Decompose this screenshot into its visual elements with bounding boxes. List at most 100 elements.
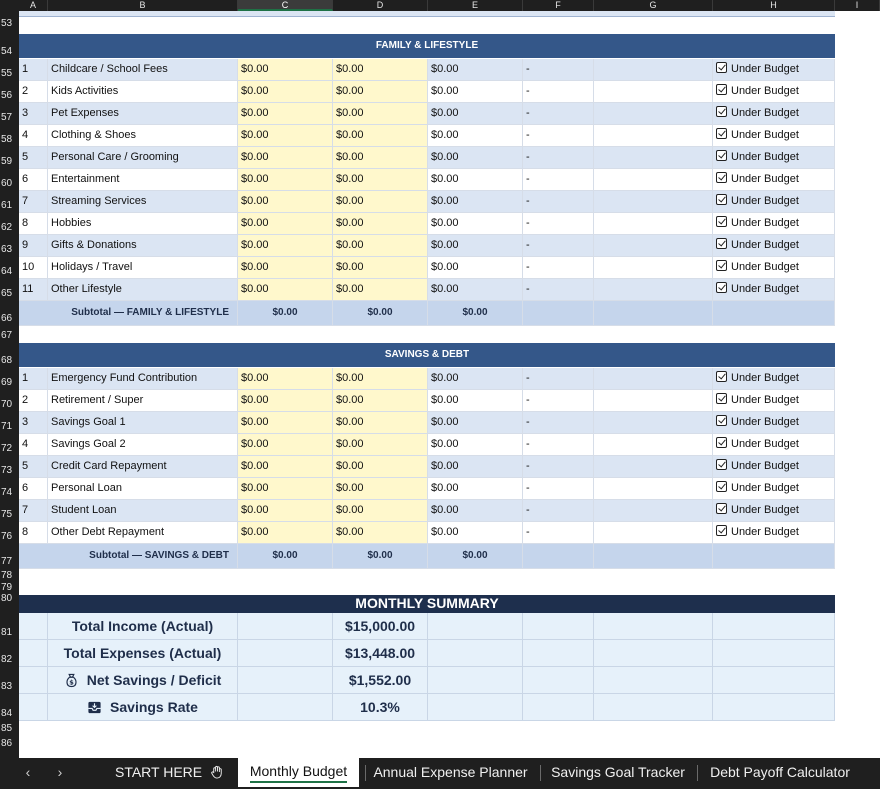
notes-cell[interactable] <box>594 147 713 169</box>
row-header[interactable]: 72 <box>0 434 19 456</box>
actual-input[interactable]: $0.00 <box>333 500 428 522</box>
row-header[interactable]: 57 <box>0 103 19 125</box>
budget-input[interactable]: $0.00 <box>238 169 333 191</box>
row-header[interactable]: 82 <box>0 640 19 667</box>
category-name[interactable]: Student Loan <box>48 500 238 522</box>
tab-savings-goal-tracker[interactable]: Savings Goal Tracker <box>543 758 693 789</box>
actual-input[interactable]: $0.00 <box>333 59 428 81</box>
budget-input[interactable]: $0.00 <box>238 81 333 103</box>
notes-cell[interactable] <box>594 522 713 544</box>
budget-input[interactable]: $0.00 <box>238 412 333 434</box>
budget-input[interactable]: $0.00 <box>238 390 333 412</box>
row-header[interactable]: 59 <box>0 147 19 169</box>
notes-cell[interactable] <box>594 434 713 456</box>
row-header[interactable]: 54 <box>0 34 19 59</box>
actual-input[interactable]: $0.00 <box>333 235 428 257</box>
row-header[interactable]: 58 <box>0 125 19 147</box>
notes-cell[interactable] <box>594 169 713 191</box>
actual-input[interactable]: $0.00 <box>333 522 428 544</box>
row-header[interactable]: 76 <box>0 522 19 544</box>
row-header[interactable]: 80 <box>0 588 19 606</box>
column-header-f[interactable]: F <box>523 0 594 11</box>
column-header-a[interactable]: A <box>19 0 48 11</box>
notes-cell[interactable] <box>594 125 713 147</box>
column-header-c[interactable]: C <box>238 0 333 11</box>
category-name[interactable]: Clothing & Shoes <box>48 125 238 147</box>
category-name[interactable]: Gifts & Donations <box>48 235 238 257</box>
actual-input[interactable]: $0.00 <box>333 390 428 412</box>
category-name[interactable]: Kids Activities <box>48 81 238 103</box>
category-name[interactable]: Savings Goal 2 <box>48 434 238 456</box>
column-header-e[interactable]: E <box>428 0 523 11</box>
budget-input[interactable]: $0.00 <box>238 213 333 235</box>
actual-input[interactable]: $0.00 <box>333 125 428 147</box>
notes-cell[interactable] <box>594 213 713 235</box>
category-name[interactable]: Credit Card Repayment <box>48 456 238 478</box>
category-name[interactable]: Other Lifestyle <box>48 279 238 301</box>
tab-debt-payoff-calculator[interactable]: Debt Payoff Calculator <box>700 758 860 789</box>
actual-input[interactable]: $0.00 <box>333 191 428 213</box>
row-header[interactable]: 65 <box>0 279 19 301</box>
column-header-d[interactable]: D <box>333 0 428 11</box>
row-header[interactable]: 62 <box>0 213 19 235</box>
category-name[interactable]: Personal Care / Grooming <box>48 147 238 169</box>
tab-scroll-left-icon[interactable]: ‹ <box>18 758 38 789</box>
budget-input[interactable]: $0.00 <box>238 125 333 147</box>
notes-cell[interactable] <box>594 412 713 434</box>
actual-input[interactable]: $0.00 <box>333 279 428 301</box>
notes-cell[interactable] <box>594 456 713 478</box>
row-header[interactable]: 86 <box>0 736 19 751</box>
actual-input[interactable]: $0.00 <box>333 213 428 235</box>
actual-input[interactable]: $0.00 <box>333 257 428 279</box>
row-header[interactable]: 61 <box>0 191 19 213</box>
budget-input[interactable]: $0.00 <box>238 235 333 257</box>
notes-cell[interactable] <box>594 81 713 103</box>
column-header-b[interactable]: B <box>48 0 238 11</box>
row-header[interactable]: 83 <box>0 667 19 694</box>
row-header[interactable]: 64 <box>0 257 19 279</box>
row-header[interactable]: 75 <box>0 500 19 522</box>
row-header[interactable]: 78 <box>0 569 19 581</box>
actual-input[interactable]: $0.00 <box>333 147 428 169</box>
notes-cell[interactable] <box>594 191 713 213</box>
budget-input[interactable]: $0.00 <box>238 147 333 169</box>
column-header-h[interactable]: H <box>713 0 835 11</box>
category-name[interactable]: Other Debt Repayment <box>48 522 238 544</box>
actual-input[interactable]: $0.00 <box>333 478 428 500</box>
budget-input[interactable]: $0.00 <box>238 434 333 456</box>
row-header[interactable]: 77 <box>0 544 19 569</box>
row-header[interactable]: 71 <box>0 412 19 434</box>
category-name[interactable]: Pet Expenses <box>48 103 238 125</box>
notes-cell[interactable] <box>594 390 713 412</box>
budget-input[interactable]: $0.00 <box>238 500 333 522</box>
budget-input[interactable]: $0.00 <box>238 368 333 390</box>
category-name[interactable]: Holidays / Travel <box>48 257 238 279</box>
actual-input[interactable]: $0.00 <box>333 81 428 103</box>
row-header[interactable]: 85 <box>0 721 19 736</box>
row-header[interactable]: 74 <box>0 478 19 500</box>
tab-annual-expense-planner[interactable]: Annual Expense Planner <box>368 758 533 789</box>
tab-scroll-right-icon[interactable]: › <box>50 758 70 789</box>
row-header[interactable]: 84 <box>0 694 19 721</box>
budget-input[interactable]: $0.00 <box>238 257 333 279</box>
category-name[interactable]: Retirement / Super <box>48 390 238 412</box>
category-name[interactable]: Emergency Fund Contribution <box>48 368 238 390</box>
row-header[interactable]: 81 <box>0 613 19 640</box>
category-name[interactable]: Entertainment <box>48 169 238 191</box>
column-header-g[interactable]: G <box>594 0 713 11</box>
row-header[interactable]: 68 <box>0 343 19 368</box>
row-header[interactable]: 67 <box>0 326 19 343</box>
notes-cell[interactable] <box>594 103 713 125</box>
row-header[interactable]: 66 <box>0 301 19 326</box>
row-header[interactable]: 69 <box>0 368 19 390</box>
notes-cell[interactable] <box>594 368 713 390</box>
budget-input[interactable]: $0.00 <box>238 279 333 301</box>
row-header[interactable]: 79 <box>0 581 19 593</box>
budget-input[interactable]: $0.00 <box>238 456 333 478</box>
row-header[interactable]: 53 <box>0 17 19 31</box>
row-header[interactable]: 55 <box>0 59 19 81</box>
notes-cell[interactable] <box>594 478 713 500</box>
actual-input[interactable]: $0.00 <box>333 456 428 478</box>
row-header[interactable]: 73 <box>0 456 19 478</box>
budget-input[interactable]: $0.00 <box>238 191 333 213</box>
